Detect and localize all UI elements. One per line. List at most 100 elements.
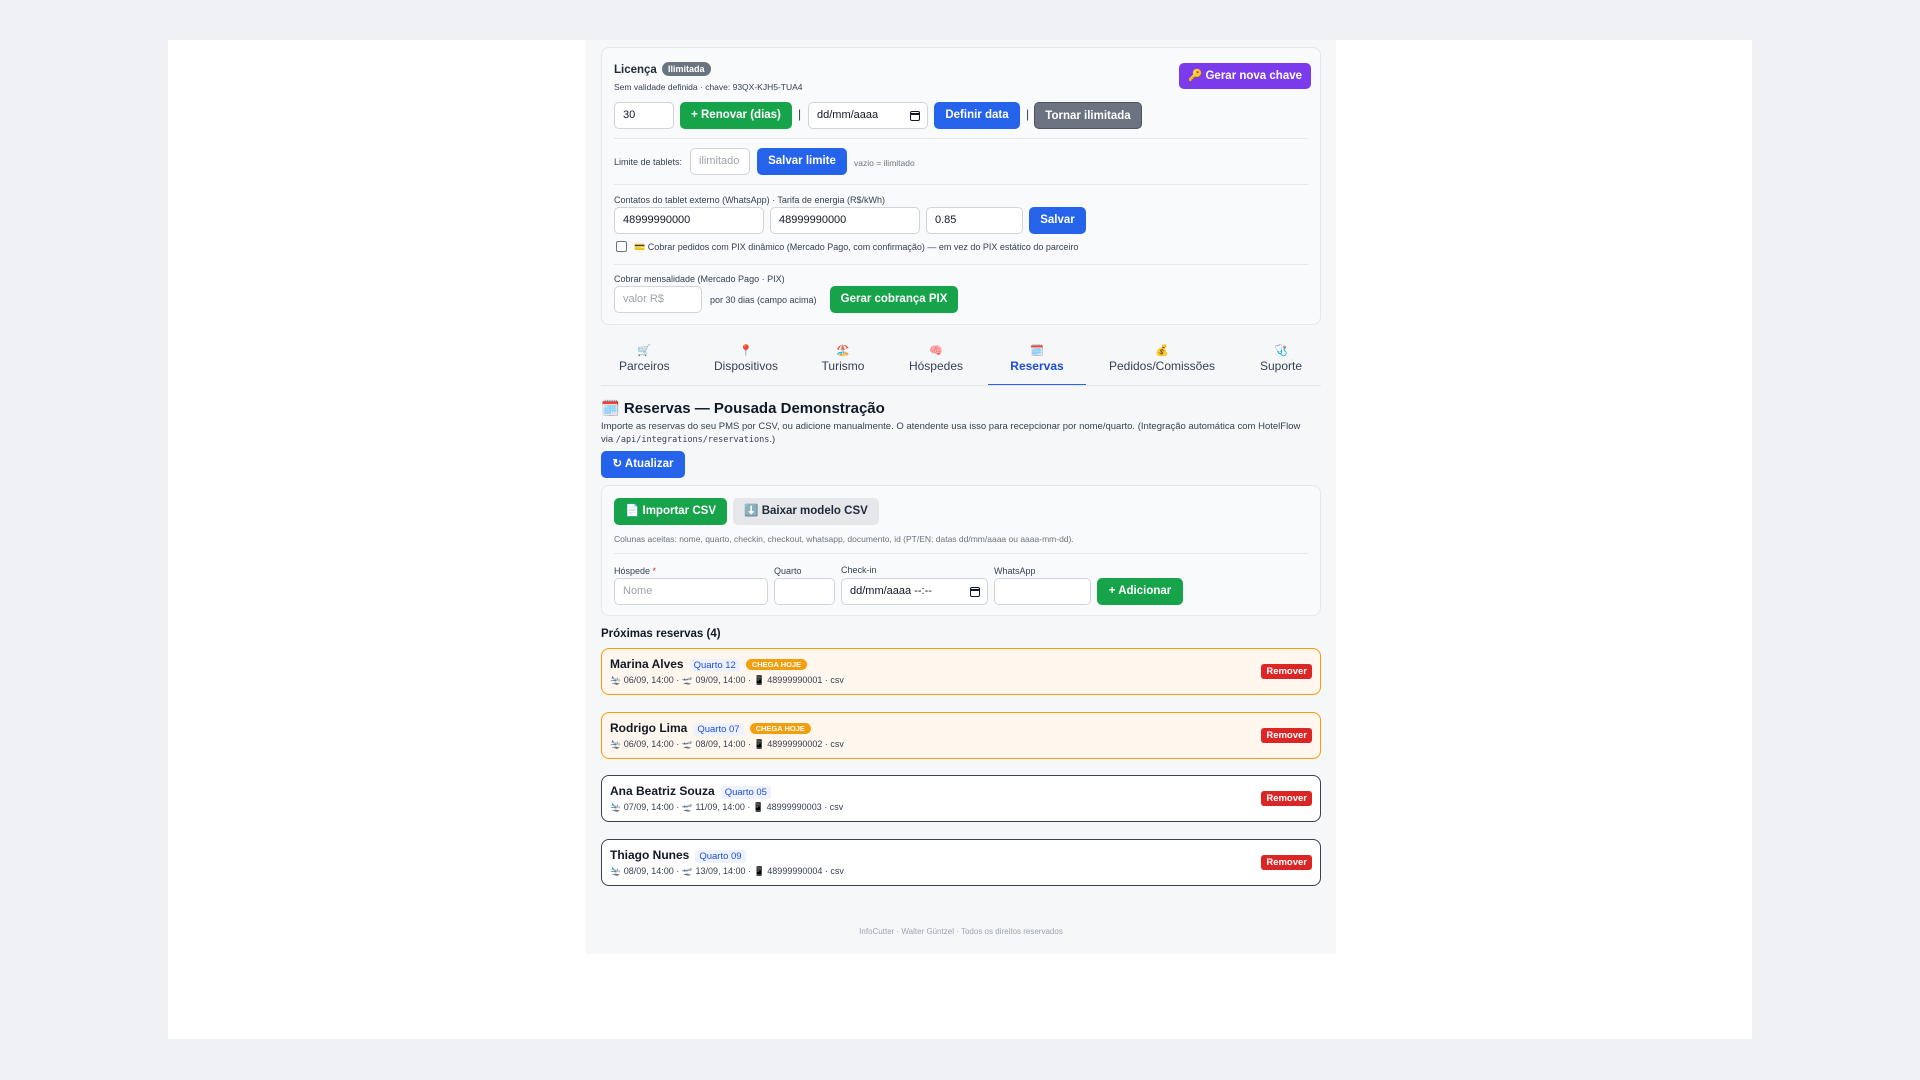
import-csv-button[interactable]: 📄 Importar CSV: [614, 498, 727, 525]
money-bag-icon: 💰: [1155, 345, 1169, 357]
reservation-card: Marina Alves Quarto 12 CHEGA HOJE 🛬 06/09,…: [601, 648, 1321, 695]
checkin-label: Check-in: [841, 565, 877, 575]
license-title-row: Licença Ilimitada: [614, 62, 711, 76]
tab-turismo[interactable]: 🏖️ Turismo: [818, 344, 868, 373]
cart-icon: 🛒: [637, 345, 651, 357]
reservas-title: Reservas — Pousada Demonstração: [623, 400, 885, 417]
tab-label: Turismo: [821, 359, 865, 373]
brain-icon: 🧠: [929, 345, 943, 357]
guest-name-input[interactable]: Nome: [614, 578, 768, 605]
guest-label: Hóspede *: [614, 566, 656, 576]
date-placeholder: dd/mm/aaaa: [817, 109, 879, 121]
refresh-button[interactable]: ↻ Atualizar: [601, 451, 685, 478]
reservation-header: Rodrigo Lima Quarto 07 CHEGA HOJE: [610, 721, 811, 736]
checkin-icon: 🛬: [610, 802, 622, 812]
source: csv: [830, 675, 844, 685]
guest-label-text: Hóspede: [614, 566, 651, 576]
tab-suporte[interactable]: 🩺 Suporte: [1257, 344, 1305, 373]
phone-icon: 📱: [753, 675, 765, 685]
guest-name: Ana Beatriz Souza: [610, 784, 715, 798]
tablet-limit-input[interactable]: ilimitado: [690, 148, 750, 175]
room-tag: Quarto 05: [720, 786, 771, 799]
footer: InfoCutter · Walter Güntzel · Todos os d…: [859, 927, 1063, 936]
license-subtitle: Sem validade definida · chave: 93QX-KJH5…: [614, 82, 803, 92]
checkout-icon: 🛫: [681, 675, 693, 685]
checkout-date: 11/09, 14:00: [695, 802, 745, 812]
tab-dispositivos[interactable]: 📍 Dispositivos: [711, 344, 781, 373]
monthly-value-input[interactable]: valor R$: [614, 286, 702, 313]
beach-icon: 🏖️: [836, 345, 850, 357]
generate-pix-charge-button[interactable]: Gerar cobrança PIX: [830, 286, 958, 313]
renew-days-input[interactable]: 30: [614, 102, 674, 129]
license-card: Licença Ilimitada Sem validade definida …: [601, 47, 1321, 325]
upcoming-title: Próximas reservas (4): [601, 628, 721, 640]
tablet-limit-label: Limite de tablets:: [614, 157, 683, 167]
reservation-meta: 🛬 07/09, 14:00 · 🛫 11/09, 14:00 · 📱 4899…: [610, 802, 844, 812]
checkin-icon: 🛬: [610, 866, 622, 876]
pin-icon: 📍: [739, 345, 753, 357]
calendar-icon: [910, 111, 920, 121]
generate-key-button[interactable]: 🔑 Gerar nova chave: [1179, 63, 1311, 89]
divider: [614, 138, 1308, 139]
reservation-meta: 🛬 08/09, 14:00 · 🛫 13/09, 14:00 · 📱 4899…: [610, 866, 844, 876]
remove-button[interactable]: Remover: [1261, 728, 1312, 743]
divider: [614, 264, 1308, 265]
reservation-card: Rodrigo Lima Quarto 07 CHEGA HOJE 🛬 06/09,…: [601, 712, 1321, 759]
today-badge: CHEGA HOJE: [749, 723, 811, 734]
tab-pedidos-comissoes[interactable]: 💰 Pedidos/Comissões: [1107, 344, 1217, 373]
room-tag: Quarto 07: [693, 723, 744, 736]
tablet-limit-hint: vazio = ilimitado: [854, 158, 915, 168]
pix-dynamic-label: 💳 Cobrar pedidos com PIX dinâmico (Merca…: [634, 242, 1079, 252]
set-date-button[interactable]: Definir data: [934, 102, 1020, 129]
import-card: 📄 Importar CSV ⬇️ Baixar modelo CSV Colu…: [601, 485, 1321, 616]
pix-dynamic-checkbox[interactable]: [616, 241, 627, 252]
checkout-icon: 🛫: [681, 802, 693, 812]
tab-hospedes[interactable]: 🧠 Hóspedes: [906, 344, 966, 373]
remove-button[interactable]: Remover: [1261, 791, 1312, 806]
license-title: Licença: [614, 64, 657, 76]
whatsapp-contact-2[interactable]: 48999990000: [770, 207, 920, 234]
reservas-description-2: via /api/integrations/reservations.): [601, 434, 775, 445]
save-limit-button[interactable]: Salvar limite: [757, 148, 847, 175]
calendar-icon: [970, 587, 980, 597]
description-text: .): [769, 434, 776, 445]
energy-tariff-input[interactable]: 0.85: [926, 207, 1023, 234]
csv-columns-hint: Colunas aceitas: nome, quarto, checkin, …: [614, 534, 1074, 544]
checkin-date: 06/09, 14:00: [623, 739, 674, 749]
whatsapp-input[interactable]: [994, 578, 1091, 605]
renew-button[interactable]: + Renovar (dias): [680, 102, 792, 129]
save-contacts-button[interactable]: Salvar: [1029, 207, 1086, 234]
reservation-card: Thiago Nunes Quarto 09 🛬 08/09, 14:00 · 🛫…: [601, 839, 1321, 886]
remove-button[interactable]: Remover: [1261, 664, 1312, 679]
required-mark: *: [652, 566, 657, 576]
tab-label: Reservas: [1010, 359, 1064, 373]
remove-button[interactable]: Remover: [1261, 855, 1312, 870]
reservation-header: Ana Beatriz Souza Quarto 05: [610, 784, 771, 799]
phone: 48999990004: [767, 866, 823, 876]
checkout-date: 08/09, 14:00: [695, 739, 746, 749]
tab-parceiros[interactable]: 🛒 Parceiros: [619, 344, 670, 373]
guest-name: Rodrigo Lima: [610, 721, 688, 735]
separator: |: [798, 107, 802, 121]
separator: |: [1026, 107, 1030, 121]
phone: 48999990001: [767, 675, 823, 685]
tab-reservas[interactable]: 🗓️ Reservas: [988, 344, 1086, 386]
api-path: /api/integrations/reservations: [615, 435, 770, 445]
tab-label: Hóspedes: [908, 359, 964, 373]
download-csv-template-button[interactable]: ⬇️ Baixar modelo CSV: [733, 498, 879, 525]
phone-icon: 📱: [753, 739, 765, 749]
room-input[interactable]: [774, 578, 835, 605]
reservation-header: Marina Alves Quarto 12 CHEGA HOJE: [610, 657, 808, 672]
make-unlimited-button[interactable]: Tornar ilimitada: [1034, 102, 1142, 129]
checkin-date: 06/09, 14:00: [623, 675, 674, 685]
divider: [614, 553, 1308, 554]
license-date-input[interactable]: dd/mm/aaaa: [808, 102, 928, 129]
tab-label: Pedidos/Comissões: [1108, 359, 1216, 373]
add-reservation-button[interactable]: + Adicionar: [1097, 578, 1183, 605]
phone: 48999990003: [766, 802, 822, 812]
whatsapp-contact-1[interactable]: 48999990000: [614, 207, 764, 234]
monthly-hint: por 30 dias (campo acima): [710, 295, 817, 305]
checkin-input[interactable]: dd/mm/aaaa --:--: [841, 578, 988, 605]
tab-label: Parceiros: [619, 359, 670, 373]
room-tag: Quarto 12: [689, 659, 740, 672]
